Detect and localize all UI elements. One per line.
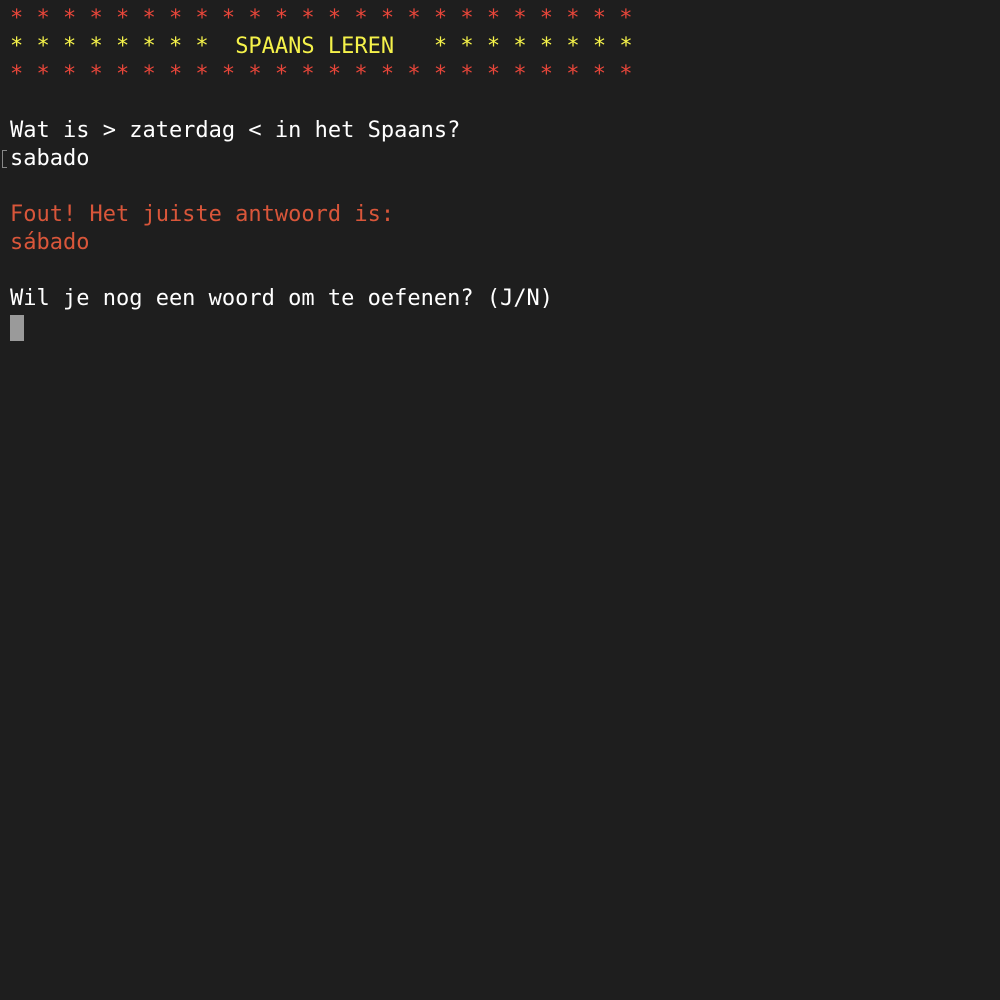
error-message: Fout! Het juiste antwoord is: — [10, 202, 395, 227]
banner-title: SPAANS LEREN — [235, 34, 395, 59]
banner-title-row: * * * * * * * * SPAANS LEREN * * * * * *… — [10, 33, 1000, 61]
continue-prompt: Wil je nog een woord om te oefenen? (J/N… — [10, 286, 554, 311]
banner-top-border: * * * * * * * * * * * * * * * * * * * * … — [10, 6, 633, 31]
user-answer-line: sabado — [2, 145, 1000, 173]
banner-bottom-border: * * * * * * * * * * * * * * * * * * * * … — [10, 62, 633, 87]
user-answer: sabado — [10, 146, 90, 171]
banner-right-stars: * * * * * * * * — [433, 34, 633, 59]
input-marker-icon — [2, 150, 7, 168]
text-cursor[interactable] — [10, 315, 24, 341]
terminal-window[interactable]: * * * * * * * * * * * * * * * * * * * * … — [0, 0, 1000, 1000]
input-line[interactable] — [10, 313, 1000, 341]
question-prompt: Wat is > zaterdag < in het Spaans? — [10, 118, 461, 143]
banner-left-stars: * * * * * * * * — [10, 34, 209, 59]
correct-answer: sábado — [10, 230, 90, 255]
